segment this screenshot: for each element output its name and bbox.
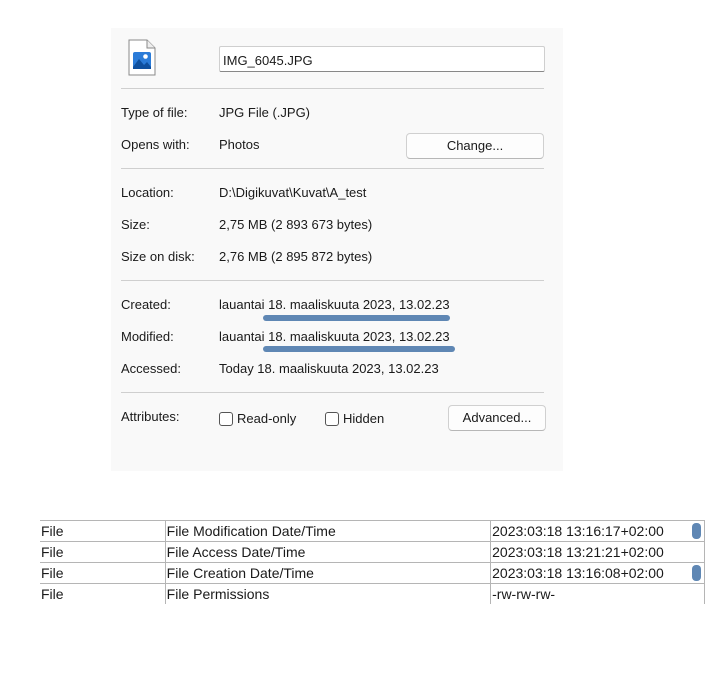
accessed-label: Accessed: (121, 361, 181, 376)
separator (121, 88, 544, 89)
type-of-file-label: Type of file: (121, 105, 188, 120)
location-value: D:\Digikuvat\Kuvat\A_test (219, 185, 367, 200)
table-cell-tag: File Modification Date/Time (164, 520, 492, 542)
table-row: File File Permissions -rw-rw-rw- (40, 583, 705, 604)
table-cell-value-text: 2023:03:18 13:16:08+02:00 (492, 565, 664, 581)
opens-with-label: Opens with: (121, 137, 190, 152)
checkbox-box[interactable] (219, 412, 233, 426)
opens-with-value: Photos (219, 137, 260, 152)
created-label: Created: (121, 297, 171, 312)
advanced-button[interactable]: Advanced... (448, 405, 546, 431)
table-cell-value: 2023:03:18 13:16:08+02:00 (490, 562, 705, 584)
type-of-file-value: JPG File (.JPG) (219, 105, 311, 120)
table-row: File File Modification Date/Time 2023:03… (40, 520, 705, 542)
table-cell-value-text: -rw-rw-rw- (492, 586, 556, 602)
location-label: Location: (121, 185, 174, 200)
file-name-input[interactable] (219, 46, 545, 72)
table-cell-tag: File Permissions (164, 583, 492, 604)
attributes-label: Attributes: (121, 409, 180, 424)
metadata-table: File File Modification Date/Time 2023:03… (40, 520, 705, 604)
created-value: lauantai 18. maaliskuuta 2023, 13.02.23 (219, 297, 450, 312)
table-cell-tag: File Access Date/Time (164, 541, 492, 563)
read-only-label: Read-only (237, 411, 297, 426)
table-cell-group: File (40, 562, 166, 584)
table-cell-value: 2023:03:18 13:21:21+02:00 (490, 541, 705, 563)
read-only-checkbox[interactable]: Read-only (219, 410, 296, 427)
separator (121, 280, 544, 281)
modified-highlight-underline (263, 346, 455, 352)
table-cell-group: File (40, 541, 166, 563)
separator (121, 168, 544, 169)
table-row: File File Access Date/Time 2023:03:18 13… (40, 541, 705, 563)
table-cell-tag: File Creation Date/Time (164, 562, 492, 584)
table-row: File File Creation Date/Time 2023:03:18 … (40, 562, 705, 584)
accessed-value: Today 18. maaliskuuta 2023, 13.02.23 (219, 361, 439, 376)
hidden-label: Hidden (343, 411, 385, 426)
created-highlight-underline (263, 315, 450, 321)
size-value: 2,75 MB (2 893 673 bytes) (219, 217, 373, 232)
size-label: Size: (121, 217, 150, 232)
size-on-disk-label: Size on disk: (121, 249, 195, 264)
table-cell-group: File (40, 583, 166, 604)
size-on-disk-value: 2,76 MB (2 895 872 bytes) (219, 249, 373, 264)
checkbox-box[interactable] (325, 412, 339, 426)
change-button[interactable]: Change... (406, 133, 544, 159)
highlight-marker (692, 523, 701, 539)
hidden-checkbox[interactable]: Hidden (325, 410, 384, 427)
table-cell-value: -rw-rw-rw- (490, 583, 705, 604)
modified-value: lauantai 18. maaliskuuta 2023, 13.02.23 (219, 329, 450, 344)
separator (121, 392, 544, 393)
table-cell-value-text: 2023:03:18 13:16:17+02:00 (492, 523, 664, 539)
modified-label: Modified: (121, 329, 174, 344)
table-cell-value: 2023:03:18 13:16:17+02:00 (490, 520, 705, 542)
image-file-icon (128, 39, 156, 76)
table-cell-value-text: 2023:03:18 13:21:21+02:00 (492, 544, 664, 560)
highlight-marker (692, 565, 701, 581)
table-cell-group: File (40, 520, 166, 542)
